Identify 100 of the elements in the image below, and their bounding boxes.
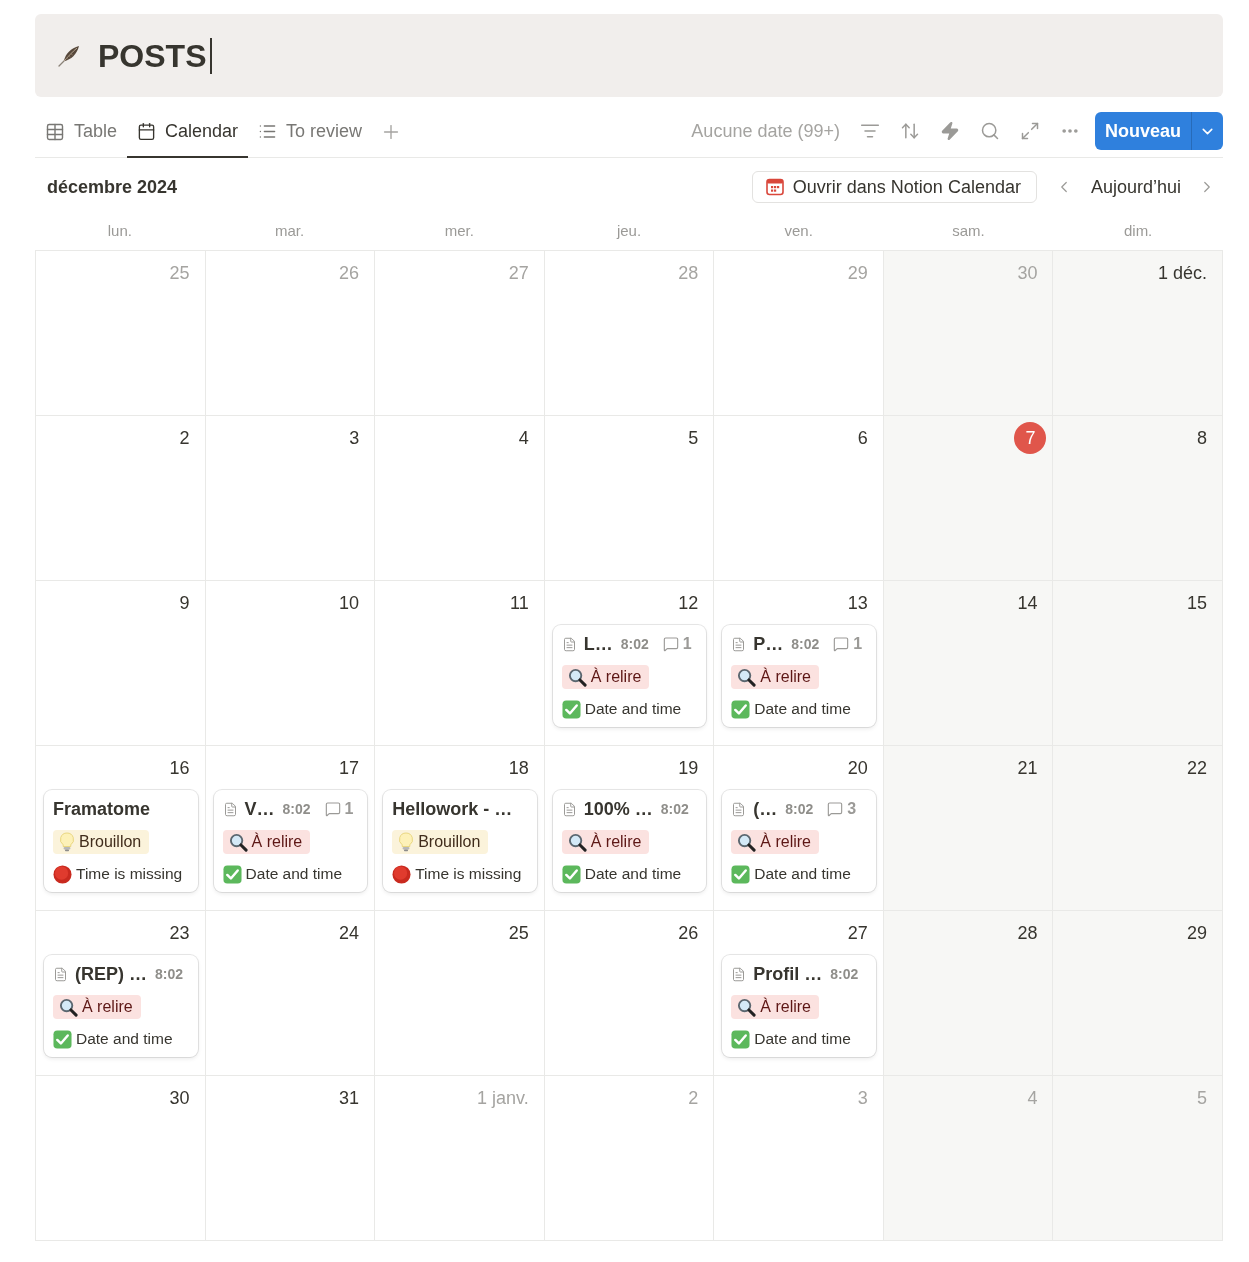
day-number: 14 — [1017, 592, 1039, 614]
weekday-label: lun. — [107, 221, 132, 239]
day-number: 22 — [1186, 757, 1208, 779]
day-number: 17 — [339, 757, 361, 779]
day-number: 13 — [847, 592, 869, 614]
page-card[interactable]: (… 8:02 3 À relire Date and time — [722, 790, 876, 892]
page-title[interactable]: POSTS — [98, 35, 207, 76]
search-icon[interactable] — [979, 121, 1000, 141]
tag-label: À relire — [590, 668, 642, 686]
day-number: 28 — [678, 262, 700, 284]
page-card[interactable]: V… 8:02 1 À relire Date and time — [213, 790, 368, 892]
day-number: 1 déc. — [1157, 262, 1208, 284]
expand-icon[interactable] — [1019, 121, 1040, 141]
lightbulb-icon — [398, 832, 415, 852]
day-number: 2 — [179, 427, 191, 449]
card-time: 8:02 — [830, 966, 859, 982]
weekday-label: ven. — [784, 221, 813, 239]
day-number: 23 — [169, 922, 191, 944]
page-icon — [561, 801, 577, 817]
page-card[interactable]: (REP) … 8:02 À relire Date and time — [44, 955, 198, 1057]
card-title: L… — [583, 633, 613, 655]
day-number: 18 — [508, 757, 530, 779]
weekday-label: mar. — [274, 221, 305, 239]
page-card[interactable]: L… 8:02 1 À relire Date and time — [552, 625, 707, 727]
card-title: Profil … — [753, 963, 823, 985]
feather-icon — [57, 43, 81, 68]
day-number: 5 — [688, 427, 700, 449]
property-text: Date and time — [754, 700, 851, 718]
magnifier-icon — [567, 832, 587, 852]
property-text: Date and time — [754, 865, 851, 883]
view-tab[interactable]: Table — [35, 112, 128, 158]
weekday-label: jeu. — [616, 221, 642, 239]
view-tab[interactable]: To review — [248, 112, 373, 158]
page-card[interactable]: Profil … 8:02 À relire Date and time — [722, 955, 876, 1057]
magnifier-icon — [737, 667, 757, 687]
weekday-label: dim. — [1123, 221, 1153, 239]
comment-icon — [324, 801, 341, 817]
day-number: 5 — [1196, 1087, 1208, 1109]
page-card[interactable]: P… 8:02 1 À relire Date and time — [722, 625, 876, 727]
weekday-label: mer. — [444, 221, 474, 239]
new-menu-button[interactable] — [1191, 112, 1223, 150]
comment-icon — [662, 636, 679, 652]
card-title: (REP) … — [75, 963, 147, 985]
comment-count: 1 — [344, 800, 354, 818]
checkmark-icon — [731, 1029, 751, 1049]
tag-label: À relire — [760, 668, 811, 686]
new-button[interactable]: Nouveau — [1094, 112, 1191, 150]
dot-icon — [392, 864, 412, 884]
filter-icon[interactable] — [859, 121, 880, 141]
day-number: 12 — [678, 592, 700, 614]
day-number: 29 — [847, 262, 869, 284]
day-number: 31 — [339, 1087, 361, 1109]
card-time: 8:02 — [785, 801, 814, 817]
day-number: 30 — [169, 1087, 191, 1109]
property-text: Date and time — [754, 1030, 851, 1048]
property-text: Time is missing — [76, 865, 183, 883]
calendar-icon — [137, 122, 157, 141]
today-button[interactable]: Aujourd’hui — [1084, 176, 1187, 198]
comment-count: 1 — [682, 635, 692, 653]
day-number: 1 janv. — [477, 1087, 530, 1109]
day-number: 6 — [857, 427, 869, 449]
day-number: 19 — [678, 757, 700, 779]
tag-label: À relire — [251, 833, 303, 851]
card-title: P… — [753, 633, 784, 655]
card-time: 8:02 — [791, 636, 820, 652]
card-title: Hellowork - … — [392, 798, 513, 820]
day-number: 27 — [847, 922, 869, 944]
page-icon — [731, 966, 747, 982]
property-text: Date and time — [584, 865, 682, 883]
tag-label: À relire — [760, 998, 811, 1016]
lightbulb-icon — [59, 832, 75, 852]
day-number: 24 — [339, 922, 361, 944]
page-icon — [53, 966, 68, 982]
day-number: 9 — [179, 592, 191, 614]
page-card[interactable]: 100% … 8:02 À relire Date and time — [552, 790, 707, 892]
magnifier-icon — [737, 997, 757, 1017]
lightning-icon[interactable] — [939, 121, 960, 141]
tag-label: Brouillon — [79, 833, 142, 851]
today-date: 7 — [1014, 422, 1047, 454]
property-text: Date and time — [584, 700, 682, 718]
day-number: 3 — [349, 427, 361, 449]
open-calendar-button[interactable]: Ouvrir dans Notion Calendar — [751, 171, 1037, 203]
checkmark-icon — [53, 1029, 72, 1049]
property-text: Date and time — [245, 865, 343, 883]
comment-icon — [827, 801, 844, 817]
comment-icon — [833, 636, 850, 652]
day-number: 30 — [1017, 262, 1039, 284]
card-title: Framatome — [53, 798, 151, 820]
comment-count: 1 — [853, 635, 863, 653]
day-number: 15 — [1186, 592, 1208, 614]
page-card[interactable]: Framatome Brouillon Time is missing — [44, 790, 198, 892]
magnifier-icon — [228, 832, 248, 852]
checkmark-icon — [731, 864, 751, 884]
card-time: 8:02 — [282, 801, 311, 817]
card-title: (… — [753, 798, 778, 820]
checkmark-icon — [731, 699, 751, 719]
sort-icon[interactable] — [899, 121, 920, 141]
page-card[interactable]: Hellowork - … Brouillon Time is missing — [383, 790, 537, 892]
magnifier-icon — [737, 832, 757, 852]
view-tab[interactable]: Calendar — [127, 112, 249, 158]
